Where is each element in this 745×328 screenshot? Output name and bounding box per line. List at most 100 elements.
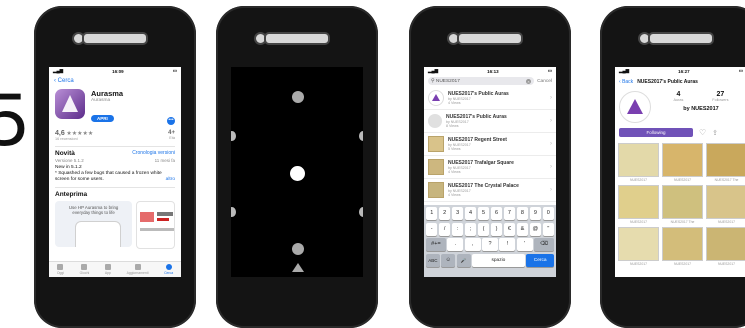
key-dash[interactable]: - xyxy=(426,222,438,236)
release-notes: New in 5.1.2 * Squashed a few bugs that … xyxy=(49,164,181,184)
back-button[interactable]: ‹ Back xyxy=(619,79,633,85)
menu-dot-left[interactable] xyxy=(231,131,236,141)
grid-item[interactable]: NUES2017 xyxy=(706,227,745,266)
open-button[interactable]: APRI xyxy=(91,114,114,122)
more-icon[interactable]: ••• xyxy=(167,117,175,125)
chevron-right-icon: › xyxy=(550,118,552,124)
tab-updates[interactable]: Aggiornamenti xyxy=(127,264,148,275)
menu-dot-right-2[interactable] xyxy=(359,207,363,217)
clear-icon[interactable]: × xyxy=(526,78,532,84)
keyboard: 1 2 3 4 5 6 7 8 9 0 - / : ; ( ) € & @ " … xyxy=(424,205,556,277)
menu-dot-top[interactable] xyxy=(292,91,304,103)
search-input[interactable]: ⚲ NUES2017 × xyxy=(428,77,535,85)
whats-new-header: Novità Cronologia versioni xyxy=(49,150,181,157)
key-open-paren[interactable]: ( xyxy=(477,222,490,236)
grid-item[interactable]: NUES2017 xyxy=(662,227,703,266)
key-3[interactable]: 3 xyxy=(451,207,464,220)
author-label[interactable]: by NUES2017 xyxy=(659,106,743,112)
key-comma[interactable]: , xyxy=(464,238,481,251)
result-views: 8 Views xyxy=(446,124,459,128)
grid-item[interactable]: NUES2017 xyxy=(706,185,745,224)
key-apostrophe[interactable]: ' xyxy=(516,238,533,251)
key-abc[interactable]: ABC xyxy=(426,253,440,267)
key-2[interactable]: 2 xyxy=(438,207,451,220)
app-header: Aurasma Aurasma APRI ••• xyxy=(49,86,181,128)
list-item[interactable]: NUES2017's Public Auras by NUES2017 8 View… xyxy=(424,110,556,133)
key-4[interactable]: 4 xyxy=(464,207,477,220)
capture-button[interactable] xyxy=(290,166,305,181)
key-5[interactable]: 5 xyxy=(477,207,490,220)
key-slash[interactable]: / xyxy=(438,222,451,236)
grid-label: NUES2017 xyxy=(718,220,735,224)
key-quote[interactable]: " xyxy=(542,222,555,236)
key-close-paren[interactable]: ) xyxy=(490,222,503,236)
emoji-icon[interactable]: ☺ xyxy=(441,253,456,267)
key-8[interactable]: 8 xyxy=(516,207,529,220)
key-space[interactable]: spazio xyxy=(472,253,525,267)
menu-dot-right[interactable] xyxy=(359,131,363,141)
share-icon[interactable]: ⇪ xyxy=(712,129,718,137)
list-item[interactable]: NUES2017 The Crystal Palace by NUES2017 4 … xyxy=(424,179,556,202)
key-semicolon[interactable]: ; xyxy=(464,222,477,236)
age-caption: Età xyxy=(169,136,175,140)
key-6[interactable]: 6 xyxy=(490,207,503,220)
tab-label: Giochi xyxy=(79,271,90,275)
tab-bar: Oggi Giochi App Aggiornamenti Cerca xyxy=(49,261,181,277)
preview-carousel[interactable]: Use HP Aurasma to bring everyday things … xyxy=(49,198,181,252)
heart-icon[interactable]: ♡ xyxy=(699,128,706,137)
nav-bar: ‹ Back NUES2017's Public Auras xyxy=(615,75,745,88)
list-item[interactable]: NUES2017's Public Auras by NUES2017 4 View… xyxy=(424,87,556,110)
list-item[interactable]: NUES2017 Regent Street by NUES2017 5 Views… xyxy=(424,133,556,156)
cancel-button[interactable]: Cancel xyxy=(537,79,552,84)
menu-dot-bottom[interactable] xyxy=(292,243,304,255)
version-history-link[interactable]: Cronologia versioni xyxy=(132,150,175,157)
list-item[interactable]: NUES2017 Trafalgar Square by NUES2017 4 Vi… xyxy=(424,156,556,179)
tab-search[interactable]: Cerca xyxy=(164,264,173,275)
menu-dot-left-2[interactable] xyxy=(231,207,236,217)
grid-label: NUES2017 xyxy=(674,178,691,182)
tab-games[interactable]: Giochi xyxy=(79,264,90,275)
key-colon[interactable]: : xyxy=(451,222,464,236)
key-exclaim[interactable]: ! xyxy=(499,238,516,251)
status-bar: ▂▄▆ 16:09 ▭ xyxy=(49,67,181,75)
preview-screenshot-1[interactable]: Use HP Aurasma to bring everyday things … xyxy=(55,201,133,247)
back-button[interactable]: ‹ Cerca xyxy=(49,75,181,86)
speaker xyxy=(264,32,330,45)
key-search[interactable]: Cerca xyxy=(526,253,554,267)
microphone-icon[interactable]: 🎤 xyxy=(456,253,471,267)
map-thumbnail xyxy=(706,143,745,177)
tab-today[interactable]: Oggi xyxy=(57,264,64,275)
status-time: 16:09 xyxy=(112,68,124,74)
key-ampersand[interactable]: & xyxy=(516,222,529,236)
key-at[interactable]: @ xyxy=(529,222,542,236)
rating-value: 4,6 xyxy=(55,130,65,137)
key-period[interactable]: . xyxy=(447,238,464,251)
auras-stat[interactable]: 4 Auras xyxy=(673,91,683,102)
grid-item[interactable]: NUES2017 The xyxy=(662,185,703,224)
preview-header: Anteprima xyxy=(49,191,181,198)
key-9[interactable]: 9 xyxy=(529,207,542,220)
updated-label: 11 mesi fa xyxy=(154,158,175,163)
grid-item[interactable]: NUES2017 The xyxy=(706,143,745,182)
grid-item[interactable]: NUES2017 xyxy=(662,143,703,182)
key-symbols[interactable]: #+= xyxy=(426,238,446,251)
key-1[interactable]: 1 xyxy=(426,207,438,220)
key-euro[interactable]: € xyxy=(503,222,516,236)
up-arrow-icon[interactable] xyxy=(292,263,304,272)
grid-label: NUES2017 xyxy=(630,262,647,266)
following-button[interactable]: Following xyxy=(619,128,693,137)
grid-item[interactable]: NUES2017 xyxy=(618,185,659,224)
key-question[interactable]: ? xyxy=(482,238,498,251)
backspace-icon[interactable]: ⌫ xyxy=(534,238,554,251)
tab-apps[interactable]: App xyxy=(105,264,111,275)
grid-item[interactable]: NUES2017 xyxy=(618,143,659,182)
followers-stat[interactable]: 27 Followers xyxy=(712,91,728,102)
key-0[interactable]: 0 xyxy=(542,207,555,220)
rating-count: 16 recensioni xyxy=(55,137,78,141)
key-7[interactable]: 7 xyxy=(503,207,516,220)
preview-phone-image xyxy=(75,221,121,247)
preview-screenshot-2[interactable] xyxy=(136,201,175,249)
auras-label: Auras xyxy=(673,98,684,102)
more-link[interactable]: altro xyxy=(166,177,175,183)
grid-item[interactable]: NUES2017 xyxy=(618,227,659,266)
